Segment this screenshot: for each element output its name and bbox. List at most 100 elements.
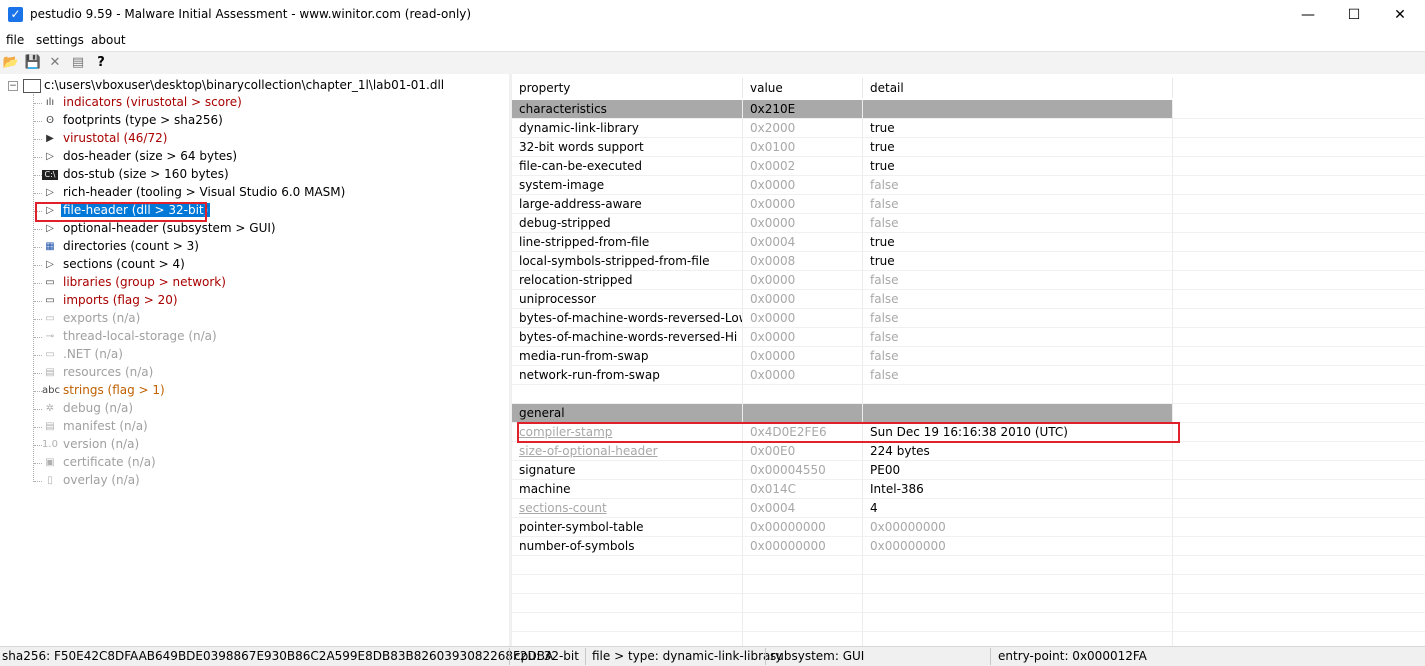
tree-item[interactable]: ▭ exports (n/a) [0,310,400,328]
tree-item[interactable]: ▯ overlay (n/a) [0,472,400,490]
cell-filler [1173,176,1425,195]
save-icon[interactable]: 💾 [24,54,42,72]
table-row[interactable]: large-address-aware 0x0000 false [512,195,1425,214]
table-row[interactable]: dynamic-link-library 0x2000 true [512,119,1425,138]
cell-property: general [512,404,743,423]
menu-about[interactable]: about [91,33,126,47]
tree-item[interactable]: ▤ manifest (n/a) [0,418,400,436]
tree-pane: − c:\users\vboxuser\desktop\binarycollec… [0,74,510,646]
tree-item-label: version (n/a) [63,437,140,451]
collapse-icon[interactable]: − [8,81,18,91]
table-row[interactable]: bytes-of-machine-words-reversed-Low 0x000… [512,309,1425,328]
minimize-button[interactable]: — [1285,0,1331,30]
tree-connector [34,103,42,104]
tree-item[interactable]: ▭ imports (flag > 20) [0,292,400,310]
table-row[interactable]: sections-count 0x0004 4 [512,499,1425,518]
menu-file[interactable]: file [6,33,24,47]
table-row[interactable]: file-can-be-executed 0x0002 true [512,157,1425,176]
tree-item[interactable]: ▦ directories (count > 3) [0,238,400,256]
exports-icon: ▭ [45,313,55,324]
cell-value [743,556,863,575]
table-row[interactable]: network-run-from-swap 0x0000 false [512,366,1425,385]
tree-connector [34,121,42,122]
tree-item-label: optional-header (subsystem > GUI) [63,221,276,235]
title-bar: ✓ pestudio 9.59 - Malware Initial Assess… [0,0,1425,30]
cell-detail: true [863,119,1173,138]
menu-settings[interactable]: settings [36,33,84,47]
status-divider [509,648,510,665]
cell-property: machine [512,480,743,499]
close-file-icon[interactable]: ✕ [46,54,64,72]
help-icon[interactable]: ? [92,54,110,72]
list-icon[interactable]: ▤ [69,54,87,72]
tree-item[interactable]: ʘ footprints (type > sha256) [0,112,400,130]
table-row[interactable]: media-run-from-swap 0x0000 false [512,347,1425,366]
tree-item[interactable]: ▷ sections (count > 4) [0,256,400,274]
tree-item[interactable]: ▭ .NET (n/a) [0,346,400,364]
version-icon: 1.0 [42,439,58,450]
cell-value [743,594,863,613]
app-check-icon: ✓ [8,7,23,22]
status-file-type: file > type: dynamic-link-library [592,649,783,663]
cell-filler [1173,309,1425,328]
tree-item[interactable]: ⊸ thread-local-storage (n/a) [0,328,400,346]
cell-value [743,385,863,404]
tree-item[interactable]: abc strings (flag > 1) [0,382,400,400]
grid-header: property value detail [512,78,1425,98]
tree-item-label: debug (n/a) [63,401,134,415]
tree-item[interactable]: ✲ debug (n/a) [0,400,400,418]
close-button[interactable]: ✕ [1377,0,1423,30]
column-header-value[interactable]: value [743,78,863,98]
tree-item[interactable]: ▣ certificate (n/a) [0,454,400,472]
cell-property [512,556,743,575]
selection-highlight-box [35,202,207,222]
cell-value [743,404,863,423]
tree-item[interactable]: ▶ virustotal (46/72) [0,130,400,148]
open-icon[interactable]: 📂 [2,54,20,72]
virustotal-icon: ▶ [46,133,54,144]
table-row[interactable]: size-of-optional-header 0x00E0 224 bytes [512,442,1425,461]
cell-property: bytes-of-machine-words-reversed-Hi [512,328,743,347]
table-row[interactable]: local-symbols-stripped-from-file 0x0008 tr… [512,252,1425,271]
tree-item[interactable]: ▭ libraries (group > network) [0,274,400,292]
cell-filler [1173,138,1425,157]
table-row[interactable]: 32-bit words support 0x0100 true [512,138,1425,157]
table-row[interactable]: relocation-stripped 0x0000 false [512,271,1425,290]
cell-value: 0x0100 [743,138,863,157]
cell-filler [1173,594,1425,613]
table-row[interactable]: system-image 0x0000 false [512,176,1425,195]
tree-item[interactable]: 1.0 version (n/a) [0,436,400,454]
tree-connector [34,481,42,482]
table-row[interactable]: number-of-symbols 0x00000000 0x00000000 [512,537,1425,556]
table-row[interactable]: line-stripped-from-file 0x0004 true [512,233,1425,252]
column-header-property[interactable]: property [512,78,743,98]
table-row[interactable]: uniprocessor 0x0000 false [512,290,1425,309]
group-row[interactable]: general [512,404,1425,423]
table-row[interactable]: debug-stripped 0x0000 false [512,214,1425,233]
tree-item[interactable]: ▷ rich-header (tooling > Visual Studio 6.… [0,184,400,202]
tree-item-label: rich-header (tooling > Visual Studio 6.0… [63,185,346,199]
tree-connector [34,391,42,392]
group-row[interactable]: characteristics 0x210E [512,100,1425,119]
tree-item[interactable]: ılı indicators (virustotal > score) [0,94,400,112]
tree-item-label: dos-header (size > 64 bytes) [63,149,238,163]
column-header-detail[interactable]: detail [863,78,1173,98]
table-row[interactable]: bytes-of-machine-words-reversed-Hi 0x0000… [512,328,1425,347]
cell-filler [1173,100,1425,119]
table-row[interactable]: machine 0x014C Intel-386 [512,480,1425,499]
cell-property: number-of-symbols [512,537,743,556]
tree-item[interactable]: C:\ dos-stub (size > 160 bytes) [0,166,400,184]
tree-item[interactable]: ▤ resources (n/a) [0,364,400,382]
cell-detail: false [863,271,1173,290]
table-row[interactable]: signature 0x00004550 PE00 [512,461,1425,480]
tree-item[interactable]: ▷ optional-header (subsystem > GUI) [0,220,400,238]
cell-detail: false [863,290,1173,309]
root-path: c:\users\vboxuser\desktop\binarycollecti… [44,78,445,92]
maximize-button[interactable]: ☐ [1331,0,1377,30]
status-divider [765,648,766,665]
cell-value [743,613,863,632]
table-row[interactable]: pointer-symbol-table 0x00000000 0x00000000 [512,518,1425,537]
cell-value: 0x00000000 [743,518,863,537]
tree-item[interactable]: ▷ dos-header (size > 64 bytes) [0,148,400,166]
tree-item-label: exports (n/a) [63,311,141,325]
